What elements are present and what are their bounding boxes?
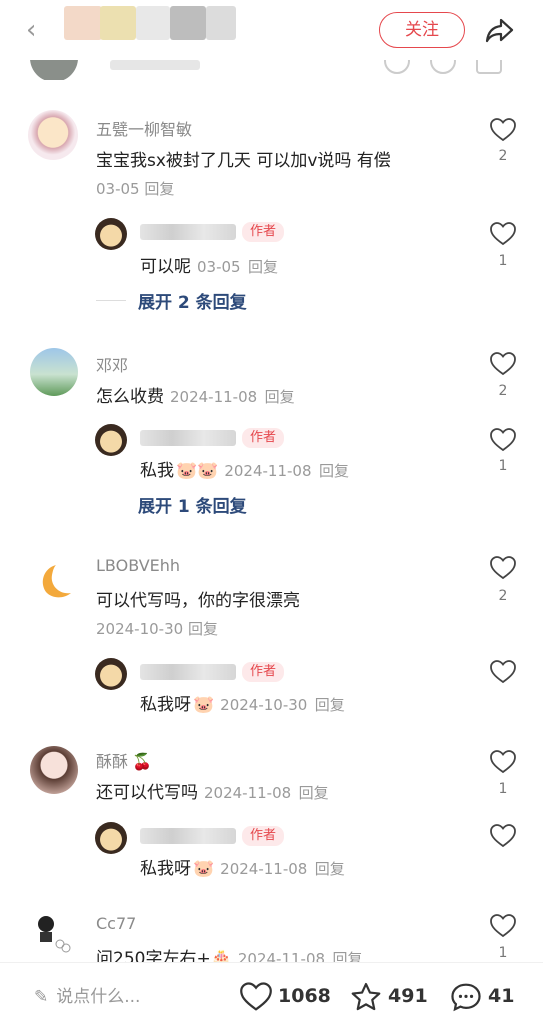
- expand-divider: [96, 300, 126, 301]
- blurred-author-name: [140, 828, 236, 844]
- avatar[interactable]: [95, 218, 127, 250]
- reply-link[interactable]: 回复: [265, 388, 295, 406]
- comment-input[interactable]: ✎ 说点什么...: [34, 975, 214, 1019]
- heart-icon[interactable]: [490, 428, 516, 452]
- pencil-icon: ✎: [34, 987, 49, 1007]
- comment-item: Cc77 问250字左右+🎂 2024-11-08 回复 1: [0, 912, 543, 962]
- avatar[interactable]: [28, 110, 78, 160]
- avatar[interactable]: [30, 912, 74, 956]
- pig-emoji-icon: 🐷🐷: [176, 461, 219, 481]
- emoji-icon: 🎂: [210, 949, 232, 962]
- avatar[interactable]: [95, 822, 127, 854]
- comment-stat[interactable]: 41: [450, 979, 514, 1013]
- heart-icon[interactable]: [490, 222, 516, 246]
- reply-text[interactable]: 可以呢: [140, 257, 191, 277]
- like-count: 1: [498, 458, 508, 474]
- like-total: 1068: [278, 985, 331, 1007]
- blurred-author-name: [140, 430, 236, 446]
- back-icon[interactable]: ‹: [26, 16, 54, 44]
- comment-text[interactable]: 问250字左右+: [96, 949, 211, 962]
- reply-text[interactable]: 私我呀: [140, 695, 191, 715]
- comment-date: 2024-11-08: [170, 388, 258, 406]
- comment-text[interactable]: 可以代写吗，你的字很漂亮: [96, 586, 300, 611]
- heart-icon[interactable]: [490, 914, 516, 938]
- comment-bubble-icon: [451, 983, 481, 1011]
- reply-link[interactable]: 回复: [299, 784, 329, 802]
- comment-text[interactable]: 怎么收费: [96, 387, 164, 407]
- reply-date: 2024-11-08: [220, 860, 308, 878]
- reply-link[interactable]: 回复: [144, 180, 174, 198]
- avatar[interactable]: [30, 746, 78, 794]
- heart-icon[interactable]: [490, 118, 516, 142]
- comment-text[interactable]: 宝宝我sx被封了几天 可以加v说吗 有偿: [96, 146, 391, 171]
- reply-text[interactable]: 私我: [140, 461, 174, 481]
- avatar[interactable]: [95, 424, 127, 456]
- comment-date: 2024-10-30: [96, 620, 184, 638]
- comment-text[interactable]: 还可以代写吗: [96, 783, 198, 803]
- pig-emoji-icon: 🐷: [193, 695, 215, 715]
- like-count: 2: [498, 588, 508, 604]
- moon-avatar[interactable]: [34, 562, 74, 602]
- cherry-icon: 🍒: [132, 752, 152, 771]
- author-badge: 作者: [242, 222, 285, 242]
- reply-link[interactable]: 回复: [248, 258, 278, 276]
- top-bar: ‹ 关注: [0, 0, 543, 60]
- blurred-username-4: [206, 6, 236, 40]
- avatar[interactable]: [95, 658, 127, 690]
- author-badge: 作者: [242, 662, 285, 682]
- blurred-author-name: [140, 224, 236, 240]
- heart-icon: [240, 981, 272, 1011]
- avatar[interactable]: [30, 348, 78, 396]
- reply-link[interactable]: 回复: [315, 696, 345, 714]
- reply-date: 2024-10-30: [220, 696, 308, 714]
- previous-comment-partial: [0, 58, 543, 80]
- blurred-avatar: [64, 6, 102, 40]
- heart-icon[interactable]: [490, 750, 516, 774]
- like-count: 2: [498, 148, 508, 164]
- reply-link[interactable]: 回复: [188, 620, 218, 638]
- reply-link[interactable]: 回复: [332, 950, 362, 962]
- heart-icon[interactable]: [490, 660, 516, 684]
- collect-total: 491: [388, 985, 428, 1007]
- heart-icon[interactable]: [490, 352, 516, 376]
- like-stat[interactable]: 1068: [240, 979, 331, 1013]
- comment-total: 41: [488, 985, 515, 1007]
- comment-author[interactable]: 酥酥: [96, 752, 128, 771]
- reply-date: 03-05: [197, 258, 241, 276]
- comment-author[interactable]: 邓邓: [96, 352, 128, 376]
- bottom-bar: ✎ 说点什么... 1068 491 41: [0, 962, 543, 1031]
- blurred-username-3: [170, 6, 206, 40]
- collect-stat[interactable]: 491: [350, 979, 428, 1013]
- heart-icon[interactable]: [490, 824, 516, 848]
- comment-input-placeholder: 说点什么...: [56, 987, 141, 1007]
- like-count: 1: [498, 253, 508, 269]
- expand-replies-button[interactable]: 展开 2 条回复: [138, 288, 247, 313]
- expand-replies-button[interactable]: 展开 1 条回复: [138, 492, 247, 517]
- star-icon: [351, 982, 381, 1010]
- blurred-username-2: [136, 6, 170, 40]
- pig-emoji-icon: 🐷: [193, 859, 215, 879]
- blurred-username: [100, 6, 136, 40]
- like-count: 1: [498, 945, 508, 961]
- comment-date: 2024-11-08: [237, 950, 326, 962]
- author-badge: 作者: [242, 826, 285, 846]
- share-icon[interactable]: [483, 14, 515, 46]
- heart-icon[interactable]: [490, 556, 516, 580]
- comment-date: 03-05: [96, 180, 140, 198]
- comment-author[interactable]: LBOBVEhh: [96, 556, 180, 575]
- comment-author[interactable]: 五甓一柳智敏: [96, 116, 192, 140]
- author-badge: 作者: [242, 428, 285, 448]
- comment-author[interactable]: Cc77: [96, 914, 136, 933]
- reply-link[interactable]: 回复: [315, 860, 345, 878]
- reply-text[interactable]: 私我呀: [140, 859, 191, 879]
- reply-date: 2024-11-08: [224, 462, 312, 480]
- like-count: 1: [498, 781, 508, 797]
- like-count: 2: [498, 383, 508, 399]
- follow-button[interactable]: 关注: [379, 12, 465, 48]
- reply-link[interactable]: 回复: [319, 462, 349, 480]
- comment-date: 2024-11-08: [204, 784, 292, 802]
- blurred-author-name: [140, 664, 236, 680]
